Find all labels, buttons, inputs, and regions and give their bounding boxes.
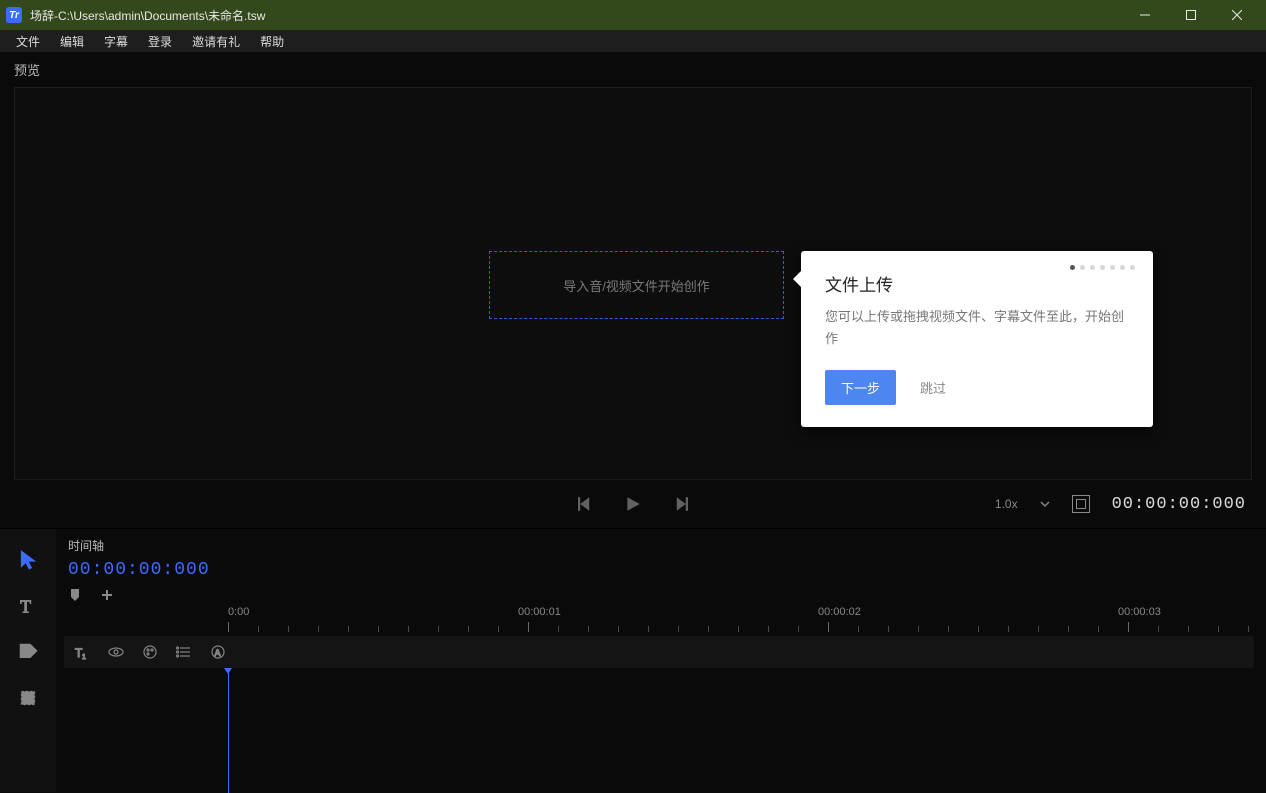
- circle-a-icon[interactable]: A: [210, 644, 226, 660]
- onboarding-popover: 文件上传 您可以上传或拖拽视频文件、字幕文件至此，开始创作 下一步 跳过: [801, 251, 1153, 427]
- minimize-button[interactable]: [1122, 0, 1168, 30]
- app-icon: Tr: [6, 7, 22, 23]
- svg-text:T: T: [20, 597, 31, 617]
- ruler-label: 00:00:01: [518, 606, 561, 618]
- timeline-panel: T 时间轴 00:00:00:000 0:00 00:00:01 00:00:0…: [0, 528, 1266, 792]
- menu-edit[interactable]: 编辑: [50, 31, 94, 52]
- chevron-down-icon[interactable]: [1040, 499, 1050, 509]
- tracks-area[interactable]: [228, 668, 1266, 793]
- crop-tool[interactable]: [17, 687, 39, 709]
- tag-tool[interactable]: [17, 641, 39, 663]
- svg-text:1: 1: [82, 654, 86, 660]
- next-frame-button[interactable]: [670, 495, 688, 513]
- window-title: 场辞-C:\Users\admin\Documents\未命名.tsw: [30, 7, 1122, 24]
- timeline-label: 时间轴: [68, 537, 210, 554]
- ruler-label: 00:00:02: [818, 606, 861, 618]
- prev-frame-button[interactable]: [578, 495, 596, 513]
- popover-body: 您可以上传或拖拽视频文件、字幕文件至此，开始创作: [825, 306, 1129, 350]
- visibility-icon[interactable]: [108, 644, 124, 660]
- palette-icon[interactable]: [142, 644, 158, 660]
- player-timecode: 00:00:00:000: [1112, 495, 1246, 514]
- import-dropzone[interactable]: 导入音/视频文件开始创作: [489, 251, 784, 319]
- cursor-tool[interactable]: [17, 549, 39, 571]
- ruler-label: 00:00:03: [1118, 606, 1161, 618]
- menu-subtitle[interactable]: 字幕: [94, 31, 138, 52]
- track-tool-row: T1 A: [64, 636, 1254, 668]
- timeline-body: 时间轴 00:00:00:000 0:00 00:00:01 00:00:02 …: [56, 529, 1266, 792]
- step-dots: [1070, 265, 1135, 270]
- maximize-button[interactable]: [1168, 0, 1214, 30]
- close-button[interactable]: [1214, 0, 1260, 30]
- text-tool[interactable]: T: [17, 595, 39, 617]
- skip-button[interactable]: 跳过: [920, 378, 946, 397]
- preview-label: 预览: [0, 52, 1266, 83]
- menu-login[interactable]: 登录: [138, 31, 182, 52]
- timeline-current-time: 00:00:00:000: [68, 560, 210, 580]
- preview-area: 导入音/视频文件开始创作 文件上传 您可以上传或拖拽视频文件、字幕文件至此，开始…: [14, 87, 1252, 480]
- menu-file[interactable]: 文件: [6, 31, 50, 52]
- play-button[interactable]: [624, 495, 642, 513]
- track-text-icon[interactable]: T1: [74, 644, 90, 660]
- aspect-ratio-button[interactable]: [1072, 495, 1090, 513]
- playback-speed[interactable]: 1.0x: [995, 497, 1018, 511]
- menu-help[interactable]: 帮助: [250, 31, 294, 52]
- playhead[interactable]: [228, 668, 229, 793]
- menu-invite[interactable]: 邀请有礼: [182, 31, 250, 52]
- svg-text:A: A: [215, 648, 221, 658]
- titlebar: Tr 场辞-C:\Users\admin\Documents\未命名.tsw: [0, 0, 1266, 30]
- popover-title: 文件上传: [825, 271, 1129, 296]
- list-icon[interactable]: [176, 644, 192, 660]
- add-marker-icon[interactable]: [100, 588, 114, 602]
- tool-rail: T: [0, 529, 56, 792]
- menubar: 文件 编辑 字幕 登录 邀请有礼 帮助: [0, 30, 1266, 52]
- next-button[interactable]: 下一步: [825, 370, 896, 405]
- ruler-label: 0:00: [228, 606, 249, 618]
- player-controls: 1.0x 00:00:00:000: [14, 480, 1252, 528]
- marker-icon[interactable]: [68, 588, 82, 602]
- timeline-ruler[interactable]: 0:00 00:00:01 00:00:02 00:00:03: [228, 606, 1266, 632]
